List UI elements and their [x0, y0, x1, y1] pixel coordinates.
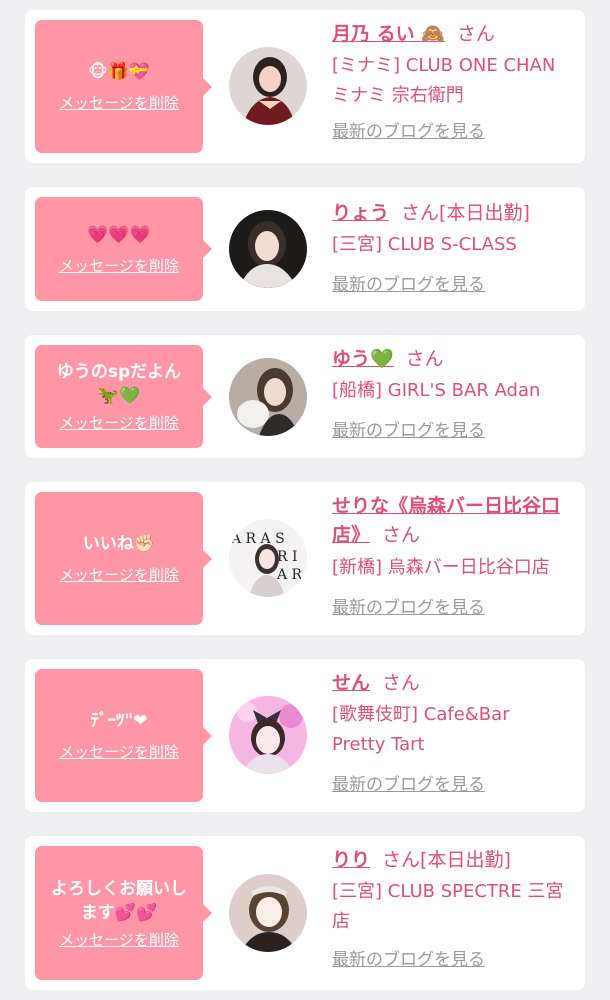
cast-info: りり さん[本日出勤] [三宮] CLUB SPECTRE 三宮店 最新のブログを… — [332, 846, 577, 970]
avatar-photo — [229, 696, 307, 774]
cast-info: せりな《烏森バー日比谷口店》 さん [新橋] 烏森バー日比谷口店 最新のブログを見… — [332, 492, 577, 618]
message-card: 💗💗💗 メッセージを削除 りょう さん[本日出勤] [三宮] CLUB S-CLA… — [25, 187, 585, 311]
message-card: ゆうのspだよん🦖💚 メッセージを削除 ゆう💚 さん [船橋] GIRL'S BA… — [25, 335, 585, 458]
cast-info: せん さん [歌舞伎町] Cafe&Bar Pretty Tart 最新のブログを… — [332, 669, 577, 795]
message-text: いいね✊🏻 — [82, 534, 156, 554]
honorific: さん — [401, 202, 440, 224]
shop-name: [歌舞伎町] Cafe&Bar Pretty Tart — [332, 704, 510, 755]
shop-name: [三宮] CLUB SPECTRE 三宮店 — [332, 881, 564, 932]
avatar[interactable] — [229, 874, 307, 952]
latest-blog-link[interactable]: 最新のブログを見る — [332, 117, 485, 142]
cast-info: 月乃 るい 🙈 さん [ミナミ] CLUB ONE CHAN ミナミ 宗右衛門 最… — [332, 20, 577, 142]
name-line: 月乃 るい 🙈 さん — [332, 20, 577, 49]
status-badge: [本日出勤] — [420, 849, 511, 871]
avatar[interactable] — [229, 47, 307, 125]
name-line: せん さん — [332, 669, 577, 698]
name-line: せりな《烏森バー日比谷口店》 さん — [332, 492, 577, 550]
latest-blog-link[interactable]: 最新のブログを見る — [332, 593, 485, 618]
message-card: いいね✊🏻 メッセージを削除 A R A S R I A R せりな《烏森バー日… — [25, 482, 585, 635]
latest-blog-link[interactable]: 最新のブログを見る — [332, 770, 485, 795]
shop-name: [新橋] 烏森バー日比谷口店 — [332, 557, 550, 578]
cast-name-link[interactable]: せりな《烏森バー日比谷口店》 — [332, 495, 560, 546]
latest-blog-link[interactable]: 最新のブログを見る — [332, 270, 485, 295]
name-line: ゆう💚 さん — [332, 345, 577, 374]
message-bubble: ゆうのspだよん🦖💚 メッセージを削除 — [35, 345, 212, 448]
message-text: ﾃﾞｰﾂ"❤ — [90, 711, 148, 731]
delete-message-link[interactable]: メッセージを削除 — [59, 92, 179, 113]
delete-message-link[interactable]: メッセージを削除 — [59, 255, 179, 276]
message-text: 💗💗💗 — [87, 224, 151, 245]
avatar-photo — [229, 358, 307, 436]
cast-info: りょう さん[本日出勤] [三宮] CLUB S-CLASS 最新のブログを見る — [332, 199, 577, 295]
name-line: りり さん[本日出勤] — [332, 846, 577, 875]
avatar[interactable] — [229, 358, 307, 436]
avatar[interactable] — [229, 696, 307, 774]
svg-text:A R A S: A R A S — [230, 531, 285, 547]
shop-name: [船橋] GIRL'S BAR Adan — [332, 380, 541, 401]
shop-name: [三宮] CLUB S-CLASS — [332, 234, 517, 255]
cast-name-link[interactable]: せん — [332, 672, 370, 694]
message-bubble: 💗💗💗 メッセージを削除 — [35, 197, 212, 301]
honorific: さん — [382, 524, 421, 546]
latest-blog-link[interactable]: 最新のブログを見る — [332, 416, 485, 441]
honorific: さん — [405, 348, 444, 370]
honorific: さん — [382, 672, 421, 694]
message-bubble: 🐵🎁💝 メッセージを削除 — [35, 20, 212, 153]
name-line: りょう さん[本日出勤] — [332, 199, 577, 228]
message-text: ゆうのspだよん🦖💚 — [56, 362, 182, 406]
delete-message-link[interactable]: メッセージを削除 — [59, 741, 179, 762]
message-bubble: ﾃﾞｰﾂ"❤ メッセージを削除 — [35, 669, 212, 802]
shop-name: [ミナミ] CLUB ONE CHAN ミナミ 宗右衛門 — [332, 55, 556, 106]
message-text: 🐵🎁💝 — [88, 62, 150, 82]
honorific: さん — [456, 23, 495, 45]
cast-name-link[interactable]: ゆう💚 — [332, 348, 394, 370]
svg-text:A R: A R — [276, 567, 303, 583]
delete-message-link[interactable]: メッセージを削除 — [59, 412, 179, 433]
cast-name-link[interactable]: りょう — [332, 202, 389, 224]
avatar[interactable]: A R A S R I A R — [229, 519, 307, 597]
svg-text:R I: R I — [277, 549, 298, 565]
honorific: さん — [382, 849, 421, 871]
message-bubble: よろしくお願いします💕💕 メッセージを削除 — [35, 846, 212, 980]
avatar-photo — [229, 210, 307, 288]
message-text: よろしくお願いします💕💕 — [51, 878, 187, 923]
avatar[interactable] — [229, 210, 307, 288]
avatar-photo: A R A S R I A R — [229, 519, 307, 597]
cast-info: ゆう💚 さん [船橋] GIRL'S BAR Adan 最新のブログを見る — [332, 345, 577, 441]
status-badge: [本日出勤] — [439, 202, 530, 224]
cast-name-link[interactable]: 月乃 るい 🙈 — [332, 23, 445, 45]
message-card: よろしくお願いします💕💕 メッセージを削除 りり さん[本日出勤] [三宮] CL… — [25, 836, 585, 990]
message-card: 🐵🎁💝 メッセージを削除 月乃 るい 🙈 さん [ミナミ] CLUB ONE CH… — [25, 10, 585, 163]
latest-blog-link[interactable]: 最新のブログを見る — [332, 945, 485, 970]
message-card: ﾃﾞｰﾂ"❤ メッセージを削除 せん さん [歌舞伎町] Cafe&Bar Pre… — [25, 659, 585, 812]
cast-name-link[interactable]: りり — [332, 849, 370, 871]
message-bubble: いいね✊🏻 メッセージを削除 — [35, 492, 212, 625]
avatar-photo — [229, 874, 307, 952]
avatar-photo — [229, 47, 307, 125]
delete-message-link[interactable]: メッセージを削除 — [59, 564, 179, 585]
delete-message-link[interactable]: メッセージを削除 — [59, 929, 179, 950]
